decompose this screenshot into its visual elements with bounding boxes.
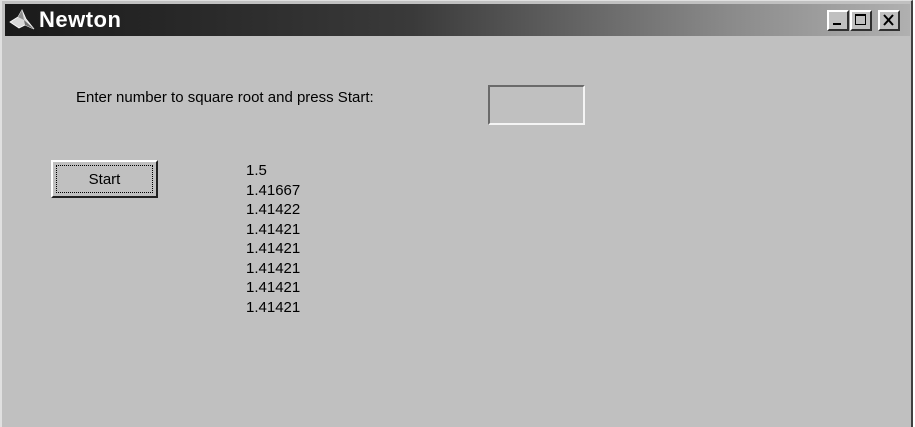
start-button[interactable]: Start [51,160,158,198]
prompt-label: Enter number to square root and press St… [76,89,374,106]
result-line: 1.41421 [246,298,301,316]
window-title: Newton [39,7,122,32]
result-line: 1.41421 [246,279,301,296]
title-bar[interactable]: Newton [5,4,910,36]
close-icon [883,14,894,26]
result-line: 1.5 [246,162,267,179]
result-line: 1.41421 [246,259,301,277]
matlab-logo-icon [9,8,35,32]
number-input[interactable] [488,85,585,125]
maximize-icon [855,14,866,25]
close-button[interactable] [878,10,900,31]
result-line: 1.41667 [246,181,301,199]
result-line: 1.41422 [246,201,301,218]
start-button-label: Start [56,165,153,193]
results-list: 1.5 1.41667 1.41422 1.41421 1.41421 1.41… [246,161,300,317]
minimize-icon [833,23,841,25]
maximize-button[interactable] [850,10,872,31]
result-line: 1.41421 [246,220,301,238]
result-line: 1.41421 [246,240,301,257]
app-window: Newton Enter number to square root and p… [0,0,913,427]
minimize-button[interactable] [827,10,849,31]
